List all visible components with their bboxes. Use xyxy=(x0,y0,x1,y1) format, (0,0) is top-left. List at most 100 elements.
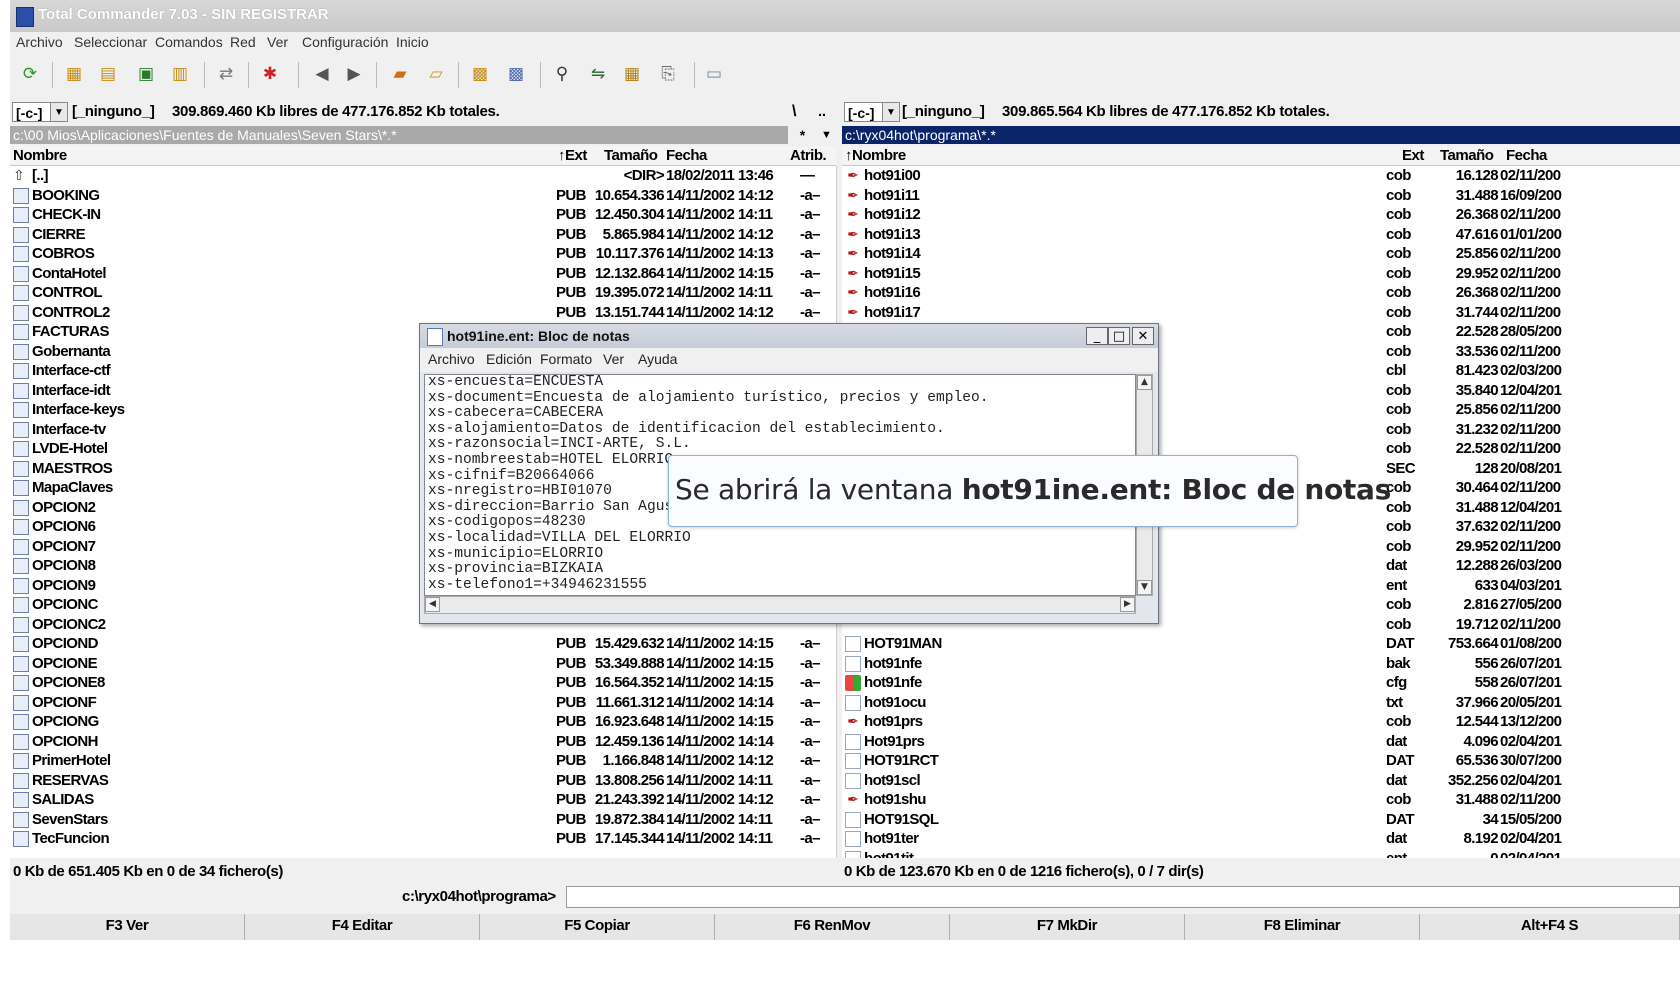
chevron-down-icon[interactable]: ▼ xyxy=(882,102,900,122)
unpack-icon[interactable]: ✱ xyxy=(258,62,282,86)
list-item[interactable]: OPCIONH PUB 12.459.136 14/11/2002 14:14 -a– xyxy=(10,732,836,752)
close-icon[interactable]: ✕ xyxy=(1132,327,1154,345)
list-item[interactable]: CONTROL PUB 19.395.072 14/11/2002 14:11 -a– xyxy=(10,283,836,303)
multi-rename-icon[interactable]: ▦ xyxy=(620,62,644,86)
refresh-icon[interactable]: ⟳ xyxy=(18,62,42,86)
list-item[interactable]: CHECK-IN PUB 12.450.304 14/11/2002 14:11 -a– xyxy=(10,205,836,225)
ftp-icon[interactable]: ▩ xyxy=(468,62,492,86)
list-item[interactable]: ✒ hot91i14 cob 25.856 02/11/200 xyxy=(842,244,1680,264)
left-col-attr[interactable]: Atrib. xyxy=(790,147,827,164)
pack-icon[interactable]: ▰ xyxy=(388,62,412,86)
back-icon[interactable]: ◀ xyxy=(310,62,334,86)
notepad-title-bar[interactable]: hot91ine.ent: Bloc de notas _ □ ✕ xyxy=(420,324,1158,348)
url-icon[interactable]: ▩ xyxy=(504,62,528,86)
brief-view-icon[interactable]: ▦ xyxy=(62,62,86,86)
notepad-menu-3[interactable]: Ver xyxy=(603,351,624,367)
fkey-6[interactable]: F6 RenMov xyxy=(715,914,950,940)
list-item[interactable]: hot91ter dat 8.192 02/04/201 xyxy=(842,829,1680,849)
left-filter-button[interactable]: * xyxy=(790,126,812,144)
fkey-9[interactable]: Alt+F4 S xyxy=(1420,914,1680,940)
compare-icon[interactable]: ⇋ xyxy=(586,62,610,86)
menu-item-1[interactable]: Seleccionar xyxy=(74,34,147,50)
list-item[interactable]: ✒ hot91prs cob 12.544 13/12/200 xyxy=(842,712,1680,732)
list-item[interactable]: ✒ hot91i16 cob 26.368 02/11/200 xyxy=(842,283,1680,303)
left-root-button[interactable]: \ xyxy=(792,103,796,121)
fkey-3[interactable]: F3 Ver xyxy=(10,914,245,940)
list-item[interactable]: ✒ hot91shu cob 31.488 02/11/200 xyxy=(842,790,1680,810)
right-col-size[interactable]: Tamaño xyxy=(1440,147,1494,164)
scroll-up-icon[interactable]: ▲ xyxy=(1137,375,1152,390)
menu-item-2[interactable]: Comandos xyxy=(155,34,223,50)
fkey-4[interactable]: F4 Editar xyxy=(245,914,480,940)
list-item[interactable]: OPCIONE PUB 53.349.888 14/11/2002 14:15 -a– xyxy=(10,654,836,674)
list-item[interactable]: hot91nfe bak 556 26/07/201 xyxy=(842,654,1680,674)
list-item[interactable]: ✒ hot91i00 cob 16.128 02/11/200 xyxy=(842,166,1680,186)
chevron-down-icon[interactable]: ▼ xyxy=(50,102,68,122)
list-item[interactable]: ✒ hot91i15 cob 29.952 02/11/200 xyxy=(842,264,1680,284)
list-item[interactable]: HOT91MAN DAT 753.664 01/08/200 xyxy=(842,634,1680,654)
notepad-menu-2[interactable]: Formato xyxy=(540,351,592,367)
list-item[interactable]: ✒ hot91i12 cob 26.368 02/11/200 xyxy=(842,205,1680,225)
right-drive-select[interactable]: [-c-] xyxy=(844,102,884,122)
menu-item-3[interactable]: Red xyxy=(230,34,256,50)
right-col-ext[interactable]: Ext xyxy=(1402,147,1424,164)
notepad-menu-0[interactable]: Archivo xyxy=(428,351,475,367)
list-item[interactable]: ✒ hot91i11 cob 31.488 16/09/200 xyxy=(842,186,1680,206)
right-col-name[interactable]: ↑Nombre xyxy=(845,147,906,164)
list-item[interactable]: Hot91prs dat 4.096 02/04/201 xyxy=(842,732,1680,752)
menu-item-5[interactable]: Configuración xyxy=(302,34,388,50)
list-item[interactable]: BOOKING PUB 10.654.336 14/11/2002 14:12 -a– xyxy=(10,186,836,206)
scroll-down-icon[interactable]: ▼ xyxy=(1137,580,1152,595)
find-icon[interactable]: ⚲ xyxy=(550,62,574,86)
right-col-date[interactable]: Fecha xyxy=(1506,147,1547,164)
notepad-horizontal-scrollbar[interactable]: ◀ ▶ xyxy=(424,596,1136,614)
notepad-menu-1[interactable]: Edición xyxy=(486,351,532,367)
list-item[interactable]: hot91ocu txt 37.966 20/05/201 xyxy=(842,693,1680,713)
left-col-ext[interactable]: ↑Ext xyxy=(558,147,587,164)
list-item[interactable]: hot91tjt ent 0 02/04/201 xyxy=(842,849,1680,858)
menu-item-4[interactable]: Ver xyxy=(267,34,288,50)
list-item[interactable]: hot91scl dat 352.256 02/04/201 xyxy=(842,771,1680,791)
minimize-icon[interactable]: _ xyxy=(1086,327,1108,345)
right-path-bar[interactable]: c:\ryx04hot\programa\*.* xyxy=(842,126,1680,144)
thumbnail-icon[interactable]: ▣ xyxy=(134,62,158,86)
list-item[interactable]: hot91nfe cfg 558 26/07/201 xyxy=(842,673,1680,693)
forward-icon[interactable]: ▶ xyxy=(342,62,366,86)
fkey-5[interactable]: F5 Copiar xyxy=(480,914,715,940)
left-col-name[interactable]: Nombre xyxy=(13,147,67,164)
left-col-date[interactable]: Fecha xyxy=(666,147,707,164)
left-drive-select[interactable]: [-c-] xyxy=(12,102,52,122)
list-item[interactable]: PrimerHotel PUB 1.166.848 14/11/2002 14:12 -… xyxy=(10,751,836,771)
scroll-right-icon[interactable]: ▶ xyxy=(1120,597,1135,612)
command-input[interactable] xyxy=(566,886,1680,908)
list-item[interactable]: OPCIONF PUB 11.661.312 14/11/2002 14:14 -a– xyxy=(10,693,836,713)
list-item[interactable]: ContaHotel PUB 12.132.864 14/11/2002 14:15 -… xyxy=(10,264,836,284)
left-path-bar[interactable]: c:\00 Mios\Aplicaciones\Fuentes de Manua… xyxy=(10,126,788,144)
list-item[interactable]: ✒ hot91i13 cob 47.616 01/01/200 xyxy=(842,225,1680,245)
left-col-size[interactable]: Tamaño xyxy=(604,147,658,164)
menu-item-6[interactable]: Inicio xyxy=(396,34,429,50)
list-item[interactable]: COBROS PUB 10.117.376 14/11/2002 14:13 -a– xyxy=(10,244,836,264)
tree-icon[interactable]: ▥ xyxy=(168,62,192,86)
notepad-icon[interactable]: ▭ xyxy=(702,62,726,86)
list-item[interactable]: CIERRE PUB 5.865.984 14/11/2002 14:12 -a– xyxy=(10,225,836,245)
list-item[interactable]: SevenStars PUB 19.872.384 14/11/2002 14:11 -… xyxy=(10,810,836,830)
list-item[interactable]: SALIDAS PUB 21.243.392 14/11/2002 14:12 -a– xyxy=(10,790,836,810)
unpack-archive-icon[interactable]: ▱ xyxy=(424,62,448,86)
fkey-8[interactable]: F8 Eliminar xyxy=(1185,914,1420,940)
copy-icon[interactable]: ⎘ xyxy=(656,62,680,86)
list-item[interactable]: OPCIONE8 PUB 16.564.352 14/11/2002 14:15 -a– xyxy=(10,673,836,693)
list-item[interactable]: OPCIOND PUB 15.429.632 14/11/2002 14:15 -a– xyxy=(10,634,836,654)
scroll-left-icon[interactable]: ◀ xyxy=(425,597,440,612)
list-item[interactable]: CONTROL2 PUB 13.151.744 14/11/2002 14:12 -a– xyxy=(10,303,836,323)
list-item[interactable]: RESERVAS PUB 13.808.256 14/11/2002 14:11 -a– xyxy=(10,771,836,791)
sync-icon[interactable]: ⇄ xyxy=(214,62,238,86)
list-item[interactable]: HOT91SQL DAT 34 15/05/200 xyxy=(842,810,1680,830)
list-item[interactable]: ✒ hot91i17 cob 31.744 02/11/200 xyxy=(842,303,1680,323)
list-item[interactable]: TecFuncion PUB 17.145.344 14/11/2002 14:11 -… xyxy=(10,829,836,849)
maximize-icon[interactable]: □ xyxy=(1108,327,1130,345)
left-history-button[interactable]: ▼ xyxy=(814,126,836,144)
full-view-icon[interactable]: ▤ xyxy=(96,62,120,86)
menu-item-0[interactable]: Archivo xyxy=(16,34,63,50)
left-up-button[interactable]: .. xyxy=(818,103,826,120)
